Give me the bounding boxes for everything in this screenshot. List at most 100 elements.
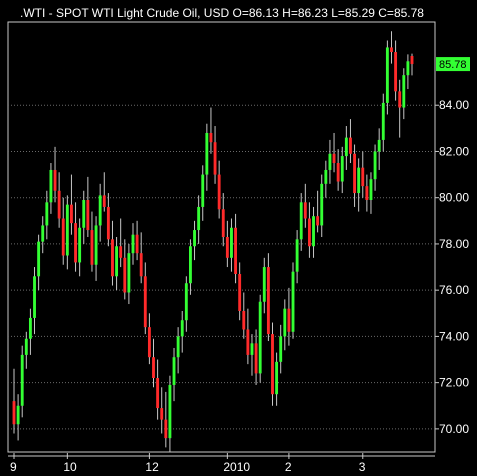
candle-body [340,156,344,182]
candle-body [111,239,114,277]
candle-body [180,320,184,337]
candle-body [209,132,213,143]
candle-body [152,357,155,379]
candle-body [188,246,192,284]
candle-body [230,227,233,258]
candle-body [250,343,254,355]
candle-body [262,267,266,302]
candle-body [410,55,414,65]
candle-body [307,218,311,247]
y-tick-label: 78.00 [439,237,469,251]
candle-body [176,336,180,358]
candle-body [119,246,123,258]
candle-body [303,202,307,219]
y-tick-label: 74.00 [439,329,469,343]
candle-body [266,267,270,335]
candle-body [94,225,98,265]
x-tick-label: 3 [359,460,366,474]
candle-body [291,271,295,332]
candle-body [197,206,201,231]
candle-body [53,169,57,191]
candle-body [254,343,258,374]
candle-body [24,338,28,355]
candle-body [221,209,225,237]
candle-body [213,142,217,175]
candle-body [131,234,135,254]
candle-body [156,378,160,409]
x-tick-label: 12 [145,460,159,474]
y-tick-label: 80.00 [439,191,469,205]
candle-body [102,195,106,207]
candle-body [336,163,340,182]
candle-body [74,223,77,263]
y-tick-label: 70.00 [439,422,469,436]
plot-frame [7,21,436,453]
candle-body [143,276,147,328]
candle-body [205,132,209,175]
candle-body [37,241,41,277]
candle-body [275,361,279,395]
candle-body [139,253,143,277]
candle-body [316,216,320,226]
candle-body [147,327,151,358]
candle-body [172,357,176,385]
candle-body [225,237,229,258]
candle-body [283,308,287,337]
candle-body [349,137,352,154]
candle-body [390,47,393,53]
candle-body [320,183,324,226]
candle-body [160,408,164,420]
candle-body [312,216,315,247]
chart-root: .WTI - SPOT WTI Light Crude Oil, USD O=8… [0,0,477,476]
candle-body [398,91,402,108]
x-tick-label: 2 [285,460,292,474]
candle-body [201,174,205,207]
candle-body [20,354,24,406]
last-price-label: 85.78 [439,59,467,71]
candle-body [234,227,238,274]
candle-body [279,336,283,362]
candle-body [369,179,373,201]
candle-body [361,167,365,187]
candle-body [45,202,49,226]
y-tick-label: 72.00 [439,376,469,390]
candle-body [106,206,110,240]
candle-body [61,218,65,256]
candle-body [328,153,332,170]
x-tick-label: 2010 [223,460,250,474]
candle-body [381,102,385,140]
candle-body [65,204,69,256]
candle-body [332,153,336,164]
candle-body [16,405,20,425]
candle-body [57,190,61,219]
x-tick-label: 10 [63,460,77,474]
candle-body [86,200,90,231]
candle-body [127,253,131,293]
candle-body [353,153,356,194]
candle-body [287,308,291,332]
candle-body [217,174,221,210]
candle-body [115,246,119,277]
candle-body [238,273,242,311]
candle-body [168,384,172,439]
candle-body [242,310,246,330]
candle-body [98,195,102,226]
candle-body [365,186,369,201]
candle-body [78,227,82,263]
chart-svg: 70.00 72.00 74.00 76.00 78.00 80.00 82.00 84.00… [7,21,470,474]
candle-body [12,401,16,425]
candle-body [90,230,94,265]
candle-body [193,230,196,247]
candle-body [41,225,45,242]
y-tick-label: 76.00 [439,283,469,297]
candle-body [70,204,73,224]
candle-body [246,329,250,355]
candle-body [82,200,86,228]
candle-body [164,419,168,439]
candle-body [184,283,188,321]
candle-body [377,139,381,152]
candle-body [344,137,348,157]
candle-body [135,234,139,254]
y-tick-label: 84.00 [439,98,469,112]
candle-body [385,47,389,103]
